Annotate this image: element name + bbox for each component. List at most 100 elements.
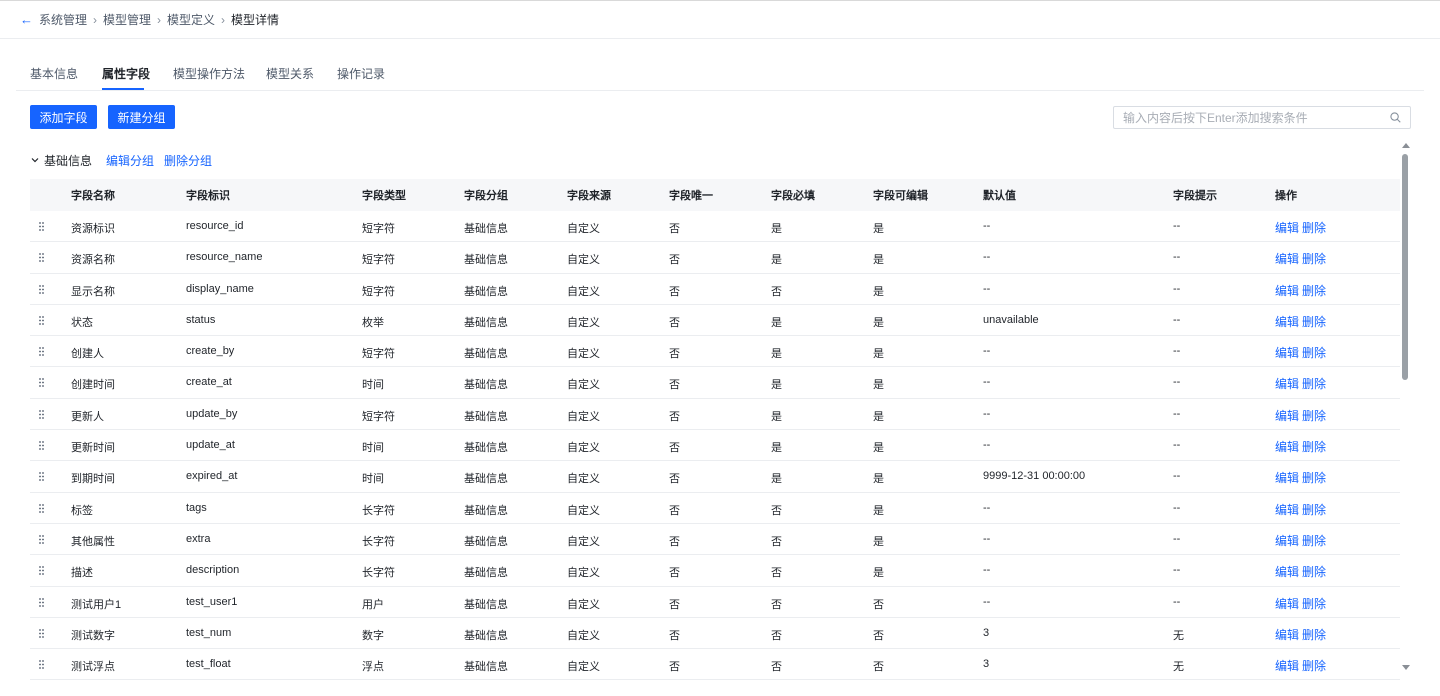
field-hint-cell: --	[1173, 564, 1181, 577]
table-row: 标签 tags 长字符 基础信息 自定义 否 否 是 -- -- 编辑 删除	[30, 493, 1400, 524]
delete-group-link[interactable]: 删除分组	[164, 152, 212, 169]
field-unique-cell: 否	[669, 629, 680, 642]
field-required-cell: 是	[771, 223, 782, 235]
field-source-cell: 自定义	[567, 223, 600, 235]
delete-field-link[interactable]: 删除	[1302, 563, 1326, 580]
drag-handle-icon[interactable]	[39, 628, 45, 638]
chevron-down-icon[interactable]	[30, 155, 40, 165]
new-group-button[interactable]: 新建分组	[108, 105, 175, 129]
drag-handle-icon[interactable]	[39, 660, 45, 670]
drag-handle-icon[interactable]	[39, 409, 45, 419]
field-source-cell: 自定义	[567, 285, 600, 298]
search-icon[interactable]	[1390, 112, 1401, 123]
field-unique-cell: 否	[669, 410, 680, 423]
field-name-cell: 创建人	[71, 348, 104, 361]
edit-field-link[interactable]: 编辑	[1275, 595, 1299, 612]
field-group-cell: 基础信息	[464, 223, 508, 235]
edit-field-link[interactable]: 编辑	[1275, 344, 1299, 361]
breadcrumb-item-model-def[interactable]: 模型定义	[167, 11, 215, 28]
scrollbar-thumb[interactable]	[1402, 154, 1408, 380]
edit-field-link[interactable]: 编辑	[1275, 563, 1299, 580]
field-required-cell: 否	[771, 285, 782, 298]
active-tab-indicator	[102, 88, 144, 90]
tab-model-relations[interactable]: 模型关系	[266, 65, 314, 82]
field-group-cell: 基础信息	[464, 473, 508, 486]
field-source-cell: 自定义	[567, 661, 600, 674]
drag-handle-icon[interactable]	[39, 253, 45, 263]
field-key-cell: test_float	[186, 658, 231, 671]
tab-model-methods[interactable]: 模型操作方法	[173, 65, 245, 82]
delete-field-link[interactable]: 删除	[1302, 313, 1326, 330]
back-arrow-icon[interactable]: ←	[20, 13, 33, 26]
drag-handle-icon[interactable]	[39, 378, 45, 388]
tab-basic-info[interactable]: 基本信息	[30, 65, 78, 82]
search-input[interactable]	[1123, 110, 1385, 125]
tab-operation-log[interactable]: 操作记录	[337, 65, 385, 82]
edit-group-link[interactable]: 编辑分组	[106, 152, 154, 169]
edit-field-link[interactable]: 编辑	[1275, 282, 1299, 299]
field-group-cell: 基础信息	[464, 567, 508, 580]
edit-field-link[interactable]: 编辑	[1275, 657, 1299, 674]
breadcrumb-item-system[interactable]: 系统管理	[39, 11, 87, 28]
table-body: 资源标识 resource_id 短字符 基础信息 自定义否是是 -- -- 编辑 删除 资源名称…	[30, 211, 1400, 681]
add-field-button[interactable]: 添加字段	[30, 105, 97, 129]
edit-field-link[interactable]: 编辑	[1275, 501, 1299, 518]
delete-field-link[interactable]: 删除	[1302, 375, 1326, 392]
delete-field-link[interactable]: 删除	[1302, 501, 1326, 518]
drag-handle-icon[interactable]	[39, 347, 45, 357]
field-unique-cell: 否	[669, 316, 680, 329]
field-source-cell: 自定义	[567, 504, 600, 517]
delete-field-link[interactable]: 删除	[1302, 657, 1326, 674]
drag-handle-icon[interactable]	[39, 284, 45, 294]
field-hint-cell: --	[1173, 501, 1181, 514]
field-hint-cell: --	[1173, 407, 1181, 420]
delete-field-link[interactable]: 删除	[1302, 407, 1326, 424]
scroll-up-icon[interactable]	[1402, 143, 1410, 148]
delete-field-link[interactable]: 删除	[1302, 438, 1326, 455]
edit-field-link[interactable]: 编辑	[1275, 250, 1299, 267]
table-row: 测试用户1 test_user1 用户 基础信息 自定义 否 否 否 -- -- 编辑 删除	[30, 587, 1400, 618]
delete-field-link[interactable]: 删除	[1302, 469, 1326, 486]
delete-field-link[interactable]: 删除	[1302, 595, 1326, 612]
edit-field-link[interactable]: 编辑	[1275, 532, 1299, 549]
field-name-cell: 资源标识	[71, 223, 115, 235]
delete-field-link[interactable]: 删除	[1302, 532, 1326, 549]
edit-field-link[interactable]: 编辑	[1275, 626, 1299, 643]
drag-handle-icon[interactable]	[39, 503, 45, 513]
drag-handle-icon[interactable]	[39, 472, 45, 482]
drag-handle-icon[interactable]	[39, 566, 45, 576]
tab-attribute-fields[interactable]: 属性字段	[102, 65, 150, 82]
column-header-name: 字段名称	[71, 190, 115, 202]
edit-field-link[interactable]: 编辑	[1275, 469, 1299, 486]
drag-handle-icon[interactable]	[39, 222, 45, 231]
column-header-default: 默认值	[983, 190, 1016, 202]
edit-field-link[interactable]: 编辑	[1275, 219, 1299, 236]
column-header-actions: 操作	[1275, 190, 1297, 202]
delete-field-link[interactable]: 删除	[1302, 626, 1326, 643]
field-required-cell: 是	[771, 410, 782, 423]
delete-field-link[interactable]: 删除	[1302, 250, 1326, 267]
field-hint-cell: --	[1173, 470, 1181, 483]
breadcrumb-item-model-mgmt[interactable]: 模型管理	[103, 11, 151, 28]
drag-handle-icon[interactable]	[39, 441, 45, 450]
table-row: 测试数字 test_num 数字 基础信息 自定义 否 否 否 3 无 编辑 删除	[30, 618, 1400, 650]
edit-field-link[interactable]: 编辑	[1275, 438, 1299, 455]
drag-handle-icon[interactable]	[39, 315, 45, 325]
field-key-cell: status	[186, 313, 216, 326]
vertical-scrollbar[interactable]	[1401, 140, 1411, 673]
delete-field-link[interactable]: 删除	[1302, 344, 1326, 361]
search-box	[1113, 106, 1411, 129]
field-type-cell: 时间	[362, 442, 384, 455]
drag-handle-icon[interactable]	[39, 597, 45, 607]
field-name-cell: 测试用户1	[71, 598, 122, 611]
scroll-down-icon[interactable]	[1402, 665, 1410, 670]
breadcrumb-bar: ← 系统管理 › 模型管理 › 模型定义 › 模型详情	[0, 0, 1440, 39]
edit-field-link[interactable]: 编辑	[1275, 375, 1299, 392]
edit-field-link[interactable]: 编辑	[1275, 407, 1299, 424]
drag-handle-icon[interactable]	[39, 535, 45, 544]
delete-field-link[interactable]: 删除	[1302, 219, 1326, 236]
delete-field-link[interactable]: 删除	[1302, 282, 1326, 299]
edit-field-link[interactable]: 编辑	[1275, 313, 1299, 330]
table-row: 资源名称 resource_name 短字符 基础信息 自定义 否 是 是 -- -- 编辑 删除	[30, 242, 1400, 274]
field-group-cell: 基础信息	[464, 379, 508, 392]
